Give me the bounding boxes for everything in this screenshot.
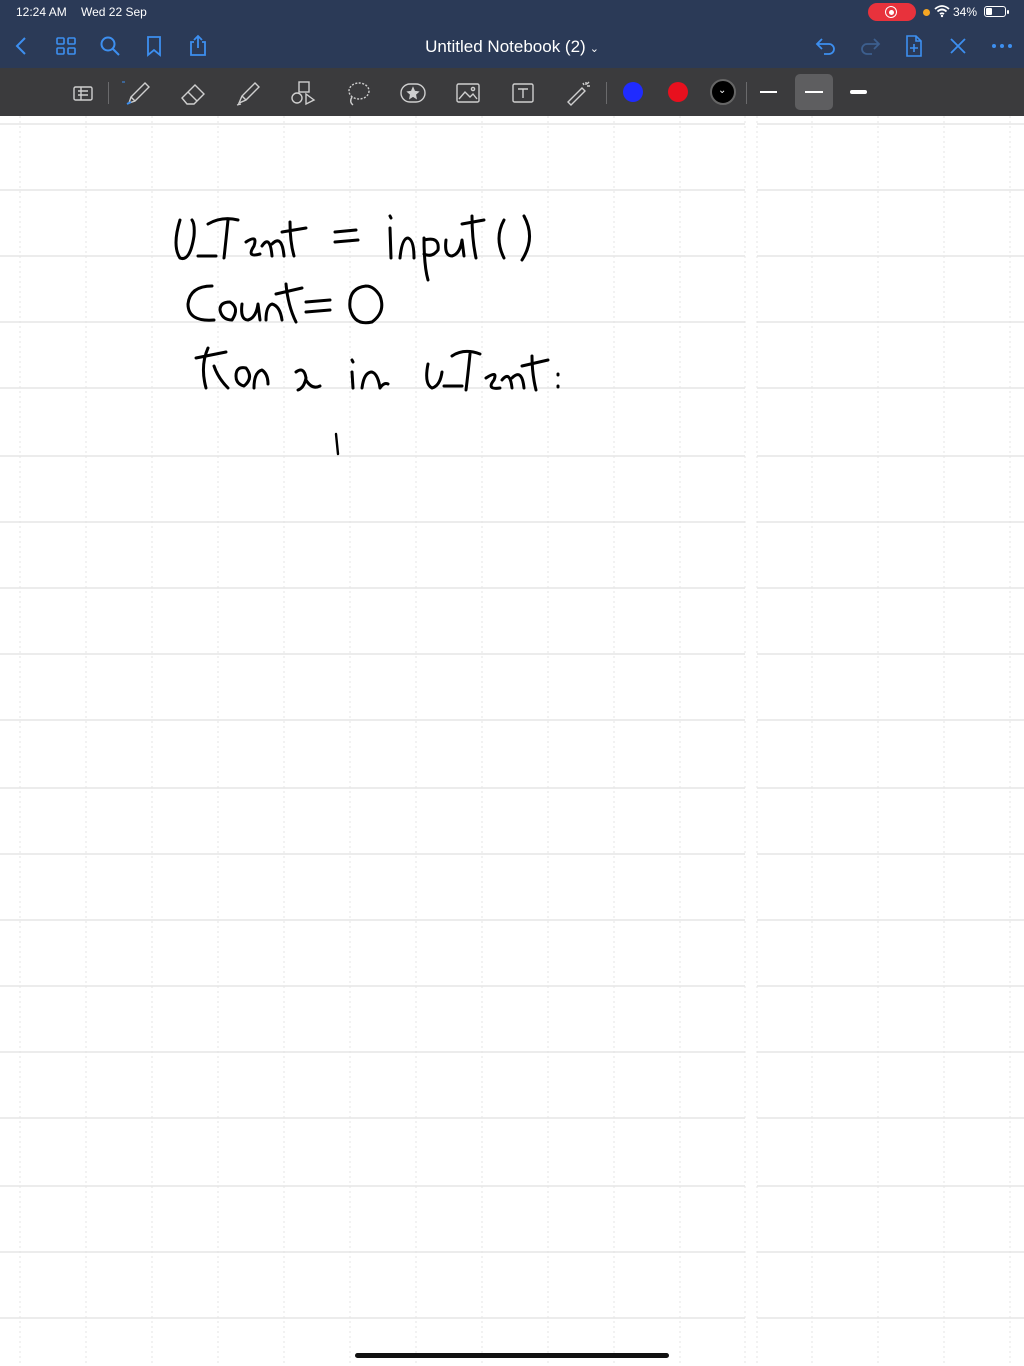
more-icon[interactable] (990, 34, 1014, 58)
shapes-icon[interactable] (288, 78, 318, 108)
battery-icon (984, 6, 1009, 17)
stroke-medium-line (805, 91, 823, 93)
chevron-down-icon: ⌄ (589, 43, 599, 55)
chevron-down-icon: ⌄ (718, 85, 727, 96)
eraser-icon[interactable] (178, 78, 208, 108)
top-bar: 12:24 AM Wed 22 Sep 34% Untitled Noteboo… (0, 0, 1024, 68)
image-icon[interactable] (453, 78, 483, 108)
handwriting-ink (174, 214, 560, 456)
tool-bar: ⌄ (0, 68, 1024, 116)
battery-percent: 34% (953, 5, 978, 19)
screen-recording-icon[interactable] (868, 3, 916, 21)
undo-icon[interactable] (814, 34, 838, 58)
notebook-page[interactable] (0, 116, 1024, 1366)
mic-indicator-icon (923, 9, 930, 16)
lasso-icon[interactable] (343, 78, 373, 108)
status-date: Wed 22 Sep (81, 5, 147, 19)
color-swatch-blue[interactable] (623, 82, 643, 102)
redo-icon[interactable] (858, 34, 882, 58)
sticker-icon[interactable] (398, 78, 428, 108)
add-page-icon[interactable] (902, 34, 926, 58)
wifi-icon (934, 5, 950, 18)
keyboard-icon[interactable] (68, 78, 98, 108)
text-icon[interactable] (508, 78, 538, 108)
highlighter-icon[interactable] (233, 78, 263, 108)
close-icon[interactable] (946, 34, 970, 58)
stroke-thick[interactable] (850, 90, 867, 94)
status-bar: 12:24 AM Wed 22 Sep 34% (0, 0, 1024, 24)
stroke-thin[interactable] (760, 91, 777, 93)
color-swatch-red[interactable] (668, 82, 688, 102)
notebook-title-text: Untitled Notebook (2) (425, 37, 586, 56)
laser-pointer-icon[interactable] (563, 78, 593, 108)
pen-icon[interactable] (121, 78, 152, 108)
home-indicator[interactable] (355, 1353, 669, 1358)
color-swatch-black-selected[interactable]: ⌄ (710, 79, 736, 105)
status-time: 12:24 AM (16, 5, 67, 19)
page-grid (0, 116, 1024, 1366)
